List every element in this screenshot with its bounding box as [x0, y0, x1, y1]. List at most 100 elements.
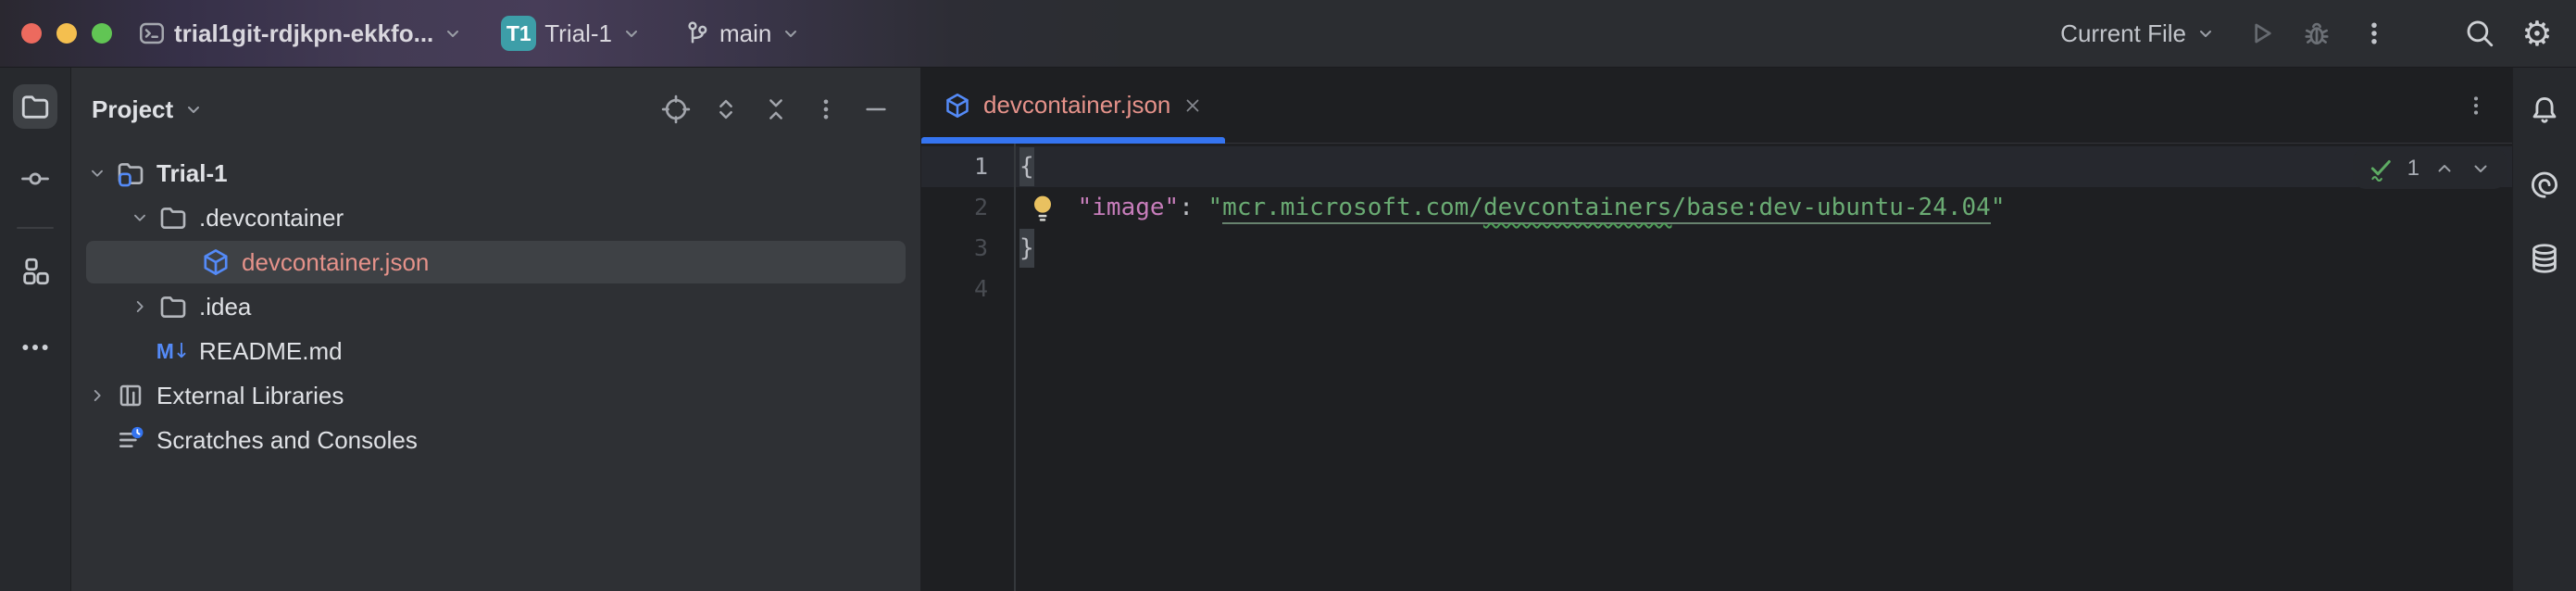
- panel-title: Project: [92, 95, 173, 124]
- code-line-3: }: [1016, 228, 2512, 269]
- run-configuration-widget[interactable]: T1 Trial-1: [501, 16, 643, 51]
- colon-separator: :: [1179, 194, 1207, 221]
- more-toolwindows-button[interactable]: [13, 325, 57, 370]
- tree-item-readme[interactable]: M↓ README.md: [71, 329, 920, 373]
- editor-area: devcontainer.json 1 2 3 4 {: [921, 68, 2512, 591]
- run-button[interactable]: [2245, 17, 2278, 50]
- database-button[interactable]: [2522, 236, 2567, 281]
- git-branch-icon: [683, 19, 711, 47]
- code-content[interactable]: { "image": "mcr.microsoft.com/devcontain…: [1016, 144, 2512, 591]
- markdown-file-icon: M↓: [156, 334, 190, 368]
- tree-item-label: .idea: [199, 293, 251, 321]
- tab-devcontainer-json[interactable]: devcontainer.json: [921, 68, 1225, 143]
- chevron-down-icon[interactable]: [182, 98, 205, 120]
- more-actions-kebab-icon[interactable]: [2357, 17, 2391, 50]
- chevron-down-icon: [620, 22, 643, 44]
- intention-bulb-icon[interactable]: [1029, 193, 1057, 224]
- tree-item-label: Trial-1: [156, 159, 228, 188]
- code-line-1: {: [1016, 146, 2512, 187]
- folder-icon: [156, 290, 190, 323]
- previous-problem-chevron-up-icon[interactable]: [2433, 157, 2456, 180]
- project-root-folder-icon: [114, 157, 147, 190]
- tree-item-devcontainer-folder[interactable]: .devcontainer: [71, 195, 920, 240]
- line-number: 1: [921, 146, 1014, 187]
- notifications-bell-icon: [2528, 94, 2561, 127]
- tree-indent-spacer: [166, 245, 199, 279]
- tree-item-scratches[interactable]: Scratches and Consoles: [71, 418, 920, 462]
- notifications-button[interactable]: [2522, 88, 2567, 132]
- project-name: trial1git-rdjkpn-ekkfo...: [174, 19, 433, 48]
- zoom-window-button[interactable]: [92, 23, 112, 44]
- structure-toolwindow-button[interactable]: [13, 249, 57, 294]
- tree-item-label: devcontainer.json: [242, 248, 429, 277]
- close-window-button[interactable]: [21, 23, 42, 44]
- image-reference-link[interactable]: mcr.microsoft.com/devcontainers/base:dev…: [1222, 194, 1991, 224]
- project-panel-header: Project: [71, 68, 920, 151]
- project-widget[interactable]: trial1git-rdjkpn-ekkfo...: [138, 19, 464, 48]
- chevron-right-icon[interactable]: [81, 379, 114, 412]
- settings-gear-icon[interactable]: ⚙: [2520, 17, 2554, 50]
- ai-assistant-icon: [2528, 168, 2561, 201]
- chevron-right-icon[interactable]: [123, 290, 156, 323]
- libraries-icon: [114, 379, 147, 412]
- git-branch-widget[interactable]: main: [683, 19, 802, 48]
- editor-tab-bar: devcontainer.json: [921, 68, 2512, 144]
- debug-button[interactable]: [2300, 17, 2333, 50]
- tree-item-external-libraries[interactable]: External Libraries: [71, 373, 920, 418]
- tab-label: devcontainer.json: [983, 91, 1170, 119]
- search-everywhere-icon[interactable]: [2463, 17, 2496, 50]
- json-key: "image": [1078, 194, 1180, 221]
- tree-item-devcontainer-json[interactable]: devcontainer.json: [71, 240, 920, 284]
- link-text: /base:dev-ubuntu-24.04: [1671, 194, 1990, 221]
- collapse-all-icon[interactable]: [759, 93, 793, 126]
- run-config-selector[interactable]: Current File: [2060, 19, 2217, 48]
- tree-item-label: README.md: [199, 337, 343, 366]
- chevron-down-icon: [442, 22, 464, 44]
- tree-item-label: .devcontainer: [199, 204, 344, 233]
- titlebar-right-actions: Current File ⚙: [2060, 17, 2554, 50]
- line-number: 4: [921, 269, 1014, 309]
- devcontainer-cube-icon: [944, 92, 971, 119]
- commit-toolwindow-button[interactable]: [13, 157, 57, 201]
- chevron-down-icon[interactable]: [81, 157, 114, 190]
- left-toolwindow-rail: [0, 68, 71, 591]
- locate-icon[interactable]: [659, 93, 693, 126]
- ai-assistant-button[interactable]: [2522, 162, 2567, 207]
- line-number: 3: [921, 228, 1014, 269]
- next-problem-chevron-down-icon[interactable]: [2470, 157, 2492, 180]
- options-kebab-icon[interactable]: [809, 93, 843, 126]
- project-tree: Trial-1 .devcontainer: [71, 151, 920, 462]
- tree-item-label: Scratches and Consoles: [156, 426, 418, 455]
- right-toolwindow-rail: [2512, 68, 2576, 591]
- hide-panel-icon[interactable]: [859, 93, 893, 126]
- code-line-2: "image": "mcr.microsoft.com/devcontainer…: [1016, 187, 2512, 228]
- typo-highlighted-text: devcontainers: [1483, 194, 1672, 221]
- chevron-down-icon: [2195, 22, 2217, 44]
- expand-all-icon[interactable]: [709, 93, 743, 126]
- inspection-ok-check-icon: [2368, 155, 2394, 182]
- link-text: mcr.microsoft.com/: [1222, 194, 1483, 221]
- run-config-badge: T1: [501, 16, 536, 51]
- close-icon[interactable]: [1182, 95, 1203, 116]
- chevron-down-icon[interactable]: [123, 201, 156, 234]
- minimize-window-button[interactable]: [56, 23, 77, 44]
- project-toolwindow-button[interactable]: [13, 84, 57, 129]
- open-quote: ": [1208, 194, 1223, 221]
- tree-item-trial-1[interactable]: Trial-1: [71, 151, 920, 195]
- panel-actions: [659, 93, 893, 126]
- branch-name: main: [719, 19, 771, 48]
- database-icon: [2528, 242, 2561, 275]
- window-controls: [21, 23, 112, 44]
- main-area: Project: [0, 68, 2576, 591]
- project-folder-icon: [19, 91, 51, 122]
- tree-item-idea-folder[interactable]: .idea: [71, 284, 920, 329]
- editor-body[interactable]: 1 2 3 4 { "image": "mcr.microsoft.com/de…: [921, 144, 2512, 591]
- inspections-widget[interactable]: 1: [2353, 148, 2507, 189]
- structure-icon: [19, 256, 51, 287]
- tab-options-kebab-icon[interactable]: [2464, 68, 2488, 143]
- more-tools-icon: [19, 332, 51, 363]
- devcontainer-cube-icon: [199, 245, 232, 279]
- terminal-project-icon: [138, 19, 166, 47]
- rail-divider: [17, 227, 54, 229]
- editor-gutter: 1 2 3 4: [921, 144, 1016, 591]
